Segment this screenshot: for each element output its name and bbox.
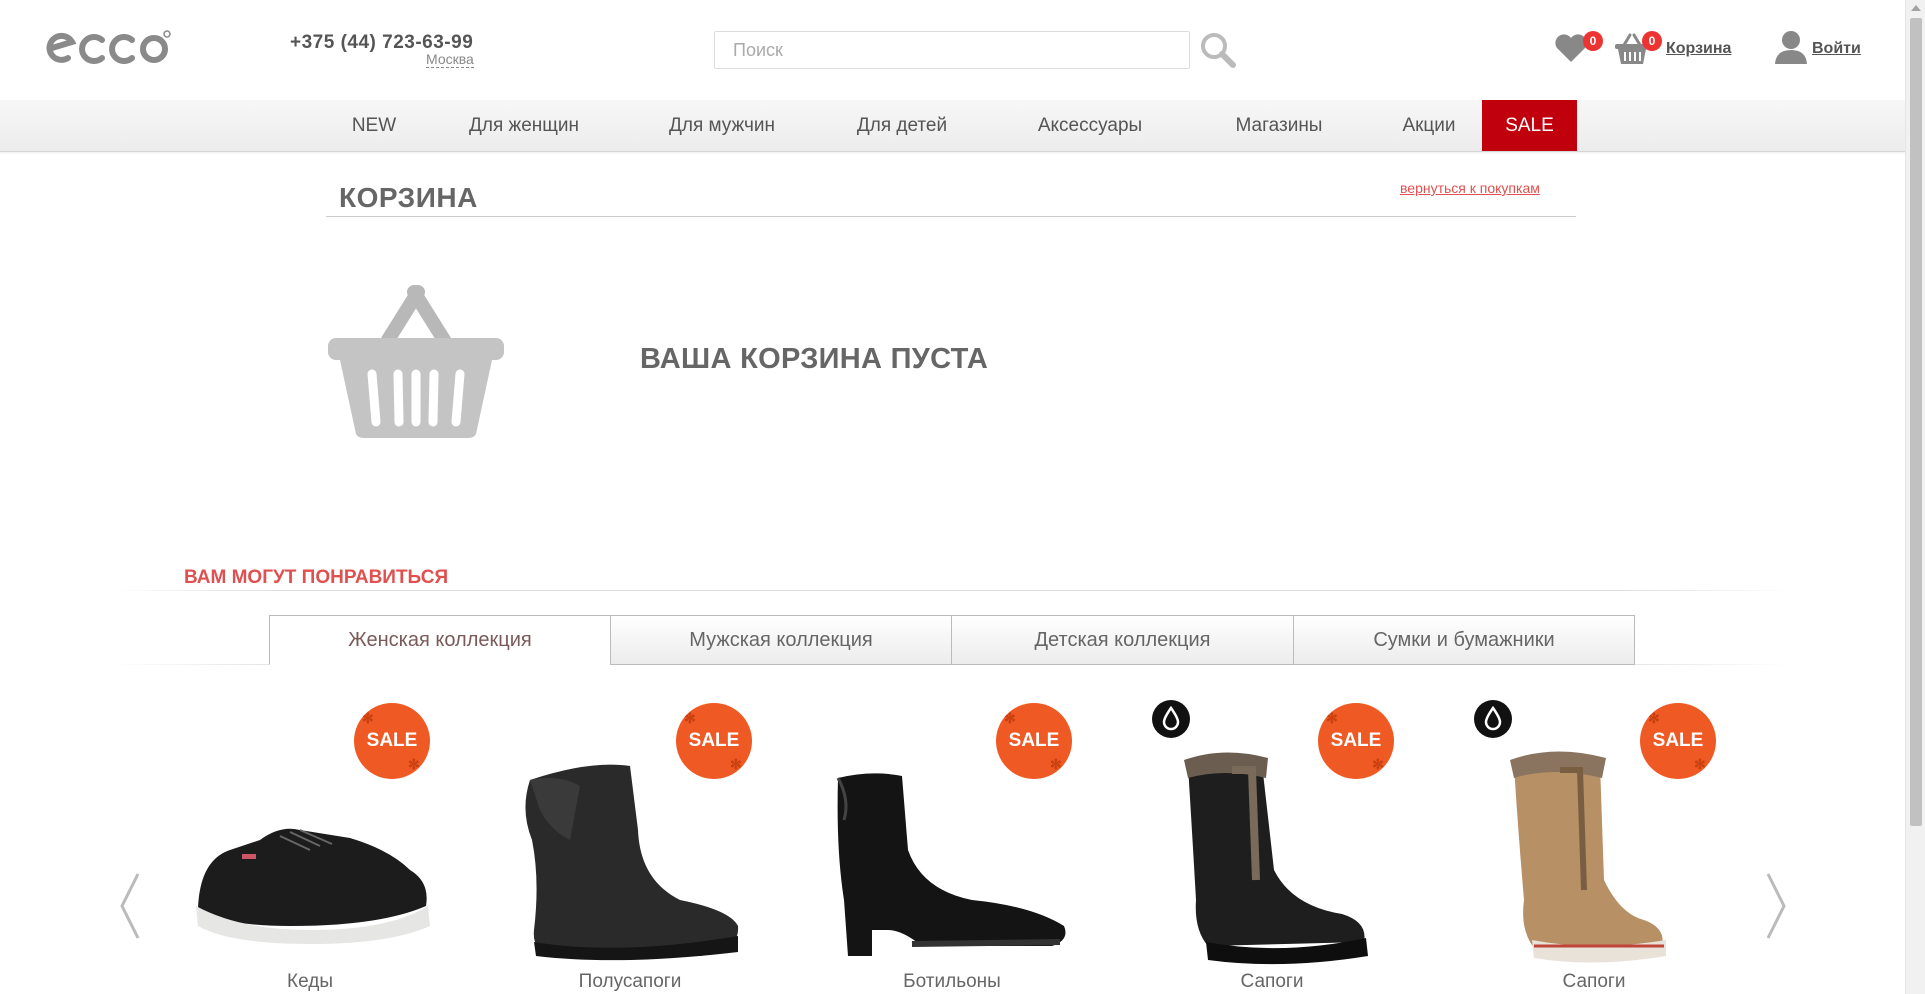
sale-badge-label: SALE bbox=[1330, 730, 1382, 751]
empty-basket-icon bbox=[328, 285, 504, 438]
sale-badge-label: SALE bbox=[1652, 730, 1704, 751]
scrollbar[interactable] bbox=[1905, 0, 1925, 994]
header: +375 (44) 723-63-99 Москва 0 0 Корзина В… bbox=[0, 0, 1905, 100]
sale-badge: ✻ ✻ SALE bbox=[996, 703, 1072, 779]
product-card[interactable]: ✻ ✻ SALE Кеды bbox=[150, 700, 470, 994]
nav-item-kids[interactable]: Для детей bbox=[846, 100, 958, 151]
nav-item-new[interactable]: NEW bbox=[334, 100, 414, 151]
favorites-count-badge: 0 bbox=[1583, 31, 1603, 51]
scroll-up-arrow-icon[interactable] bbox=[1911, 5, 1921, 11]
product-name: Полусапоги bbox=[578, 971, 682, 992]
ecco-logo[interactable] bbox=[46, 28, 174, 68]
sale-badge-label: SALE bbox=[688, 730, 740, 751]
product-name: Кеды bbox=[287, 971, 333, 992]
sale-badge: ✻ ✻ SALE bbox=[354, 703, 430, 779]
cart-link[interactable]: Корзина bbox=[1666, 40, 1731, 58]
nav-item-women[interactable]: Для женщин bbox=[454, 100, 594, 151]
login-link[interactable]: Войти bbox=[1812, 40, 1861, 58]
cart-count-badge: 0 bbox=[1642, 31, 1662, 51]
bootie-image bbox=[836, 773, 1066, 956]
nav-item-sale[interactable]: SALE bbox=[1482, 100, 1577, 151]
nav-item-accessories[interactable]: Аксессуары bbox=[1022, 100, 1158, 151]
sale-badge: ✻ ✻ SALE bbox=[676, 703, 752, 779]
product-name: Сапоги bbox=[1240, 971, 1304, 992]
product-name: Ботильоны bbox=[903, 971, 1001, 992]
divider bbox=[110, 590, 1790, 591]
waterproof-icon bbox=[1474, 700, 1512, 738]
product-card[interactable]: ✻ ✻ SALE Сапоги bbox=[1434, 700, 1754, 994]
search-icon[interactable] bbox=[1198, 30, 1238, 70]
tab-bags-wallets[interactable]: Сумки и бумажники bbox=[1293, 615, 1635, 665]
divider bbox=[326, 216, 1576, 217]
recommendations-title: ВАМ МОГУТ ПОНРАВИТЬСЯ bbox=[184, 567, 449, 588]
search-input[interactable] bbox=[714, 31, 1190, 69]
product-card[interactable]: ✻ ✻ SALE Сапоги bbox=[1112, 700, 1432, 994]
sale-badge-label: SALE bbox=[1008, 730, 1060, 751]
cart-title: КОРЗИНА bbox=[339, 182, 478, 213]
nav-item-men[interactable]: Для мужчин bbox=[655, 100, 789, 151]
nav-item-promotions[interactable]: Акции bbox=[1384, 100, 1474, 151]
page: +375 (44) 723-63-99 Москва 0 0 Корзина В… bbox=[0, 0, 1925, 994]
waterproof-icon bbox=[1152, 700, 1190, 738]
sale-badge: ✻ ✻ SALE bbox=[1318, 703, 1394, 779]
scrollbar-thumb[interactable] bbox=[1910, 18, 1922, 826]
product-name: Сапоги bbox=[1562, 971, 1626, 992]
nav-item-stores[interactable]: Магазины bbox=[1224, 100, 1334, 151]
tab-women-collection[interactable]: Женская коллекция bbox=[269, 615, 611, 665]
tab-kids-collection[interactable]: Детская коллекция bbox=[951, 615, 1294, 665]
carousel-prev-arrow-icon[interactable] bbox=[114, 870, 144, 942]
product-card[interactable]: ✻ ✻ SALE Ботильоны bbox=[792, 700, 1112, 994]
empty-cart-message: ВАША КОРЗИНА ПУСТА bbox=[640, 343, 989, 375]
user-icon[interactable] bbox=[1774, 30, 1808, 64]
back-to-shopping-link[interactable]: вернуться к покупкам bbox=[1400, 180, 1540, 196]
main-nav: NEW Для женщин Для мужчин Для детей Аксе… bbox=[0, 100, 1905, 152]
city-selector[interactable]: Москва bbox=[426, 52, 474, 68]
tab-men-collection[interactable]: Мужская коллекция bbox=[610, 615, 952, 665]
sale-badge: ✻ ✻ SALE bbox=[1640, 703, 1716, 779]
carousel-next-arrow-icon[interactable] bbox=[1762, 870, 1792, 942]
sale-badge-label: SALE bbox=[366, 730, 418, 751]
sneaker-image bbox=[196, 828, 430, 944]
product-card[interactable]: ✻ ✻ SALE Полусапоги bbox=[470, 700, 790, 994]
